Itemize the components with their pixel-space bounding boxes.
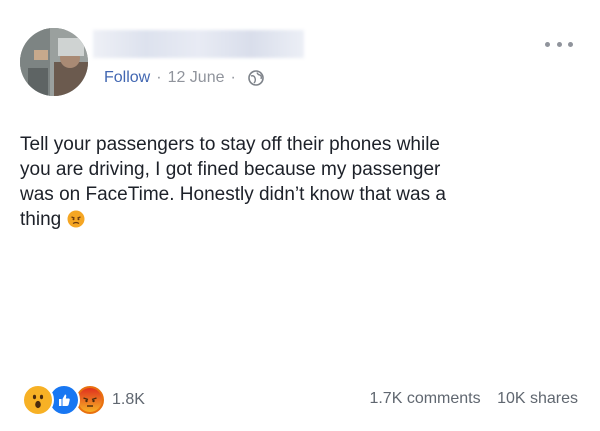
- more-options-icon[interactable]: [545, 36, 573, 52]
- avatar[interactable]: [20, 28, 88, 96]
- post-text: Tell your passengers to stay off their p…: [20, 132, 580, 232]
- post-text-line-last: thing: [20, 207, 580, 232]
- reaction-count[interactable]: 1.8K: [112, 391, 145, 409]
- meta-separator-2: ·: [230, 69, 236, 86]
- post-text-line: Tell your passengers to stay off their p…: [20, 134, 440, 155]
- post-text-line: you are driving, I got fined because my …: [20, 159, 441, 180]
- post-meta: Follow · 12 June ·: [104, 69, 264, 87]
- post-date[interactable]: 12 June: [168, 69, 225, 87]
- shares-count[interactable]: 10K shares: [497, 390, 578, 407]
- comments-count[interactable]: 1.7K comments: [369, 390, 480, 407]
- post-text-line: was on FaceTime. Honestly didn’t know th…: [20, 184, 446, 205]
- post-stats: 1.7K comments 10K shares: [369, 390, 578, 408]
- reactions-summary[interactable]: 1.8K: [22, 384, 145, 416]
- facebook-post: Follow · 12 June · Tell your passengers …: [0, 0, 600, 431]
- author-name-redacted[interactable]: [93, 30, 304, 58]
- globe-icon: [248, 70, 264, 86]
- follow-link[interactable]: Follow: [104, 69, 150, 87]
- post-text-last-word: thing: [20, 209, 62, 230]
- wow-reaction-icon[interactable]: [22, 384, 54, 416]
- angry-face-emoji-icon: [67, 210, 85, 228]
- meta-separator: ·: [156, 69, 162, 86]
